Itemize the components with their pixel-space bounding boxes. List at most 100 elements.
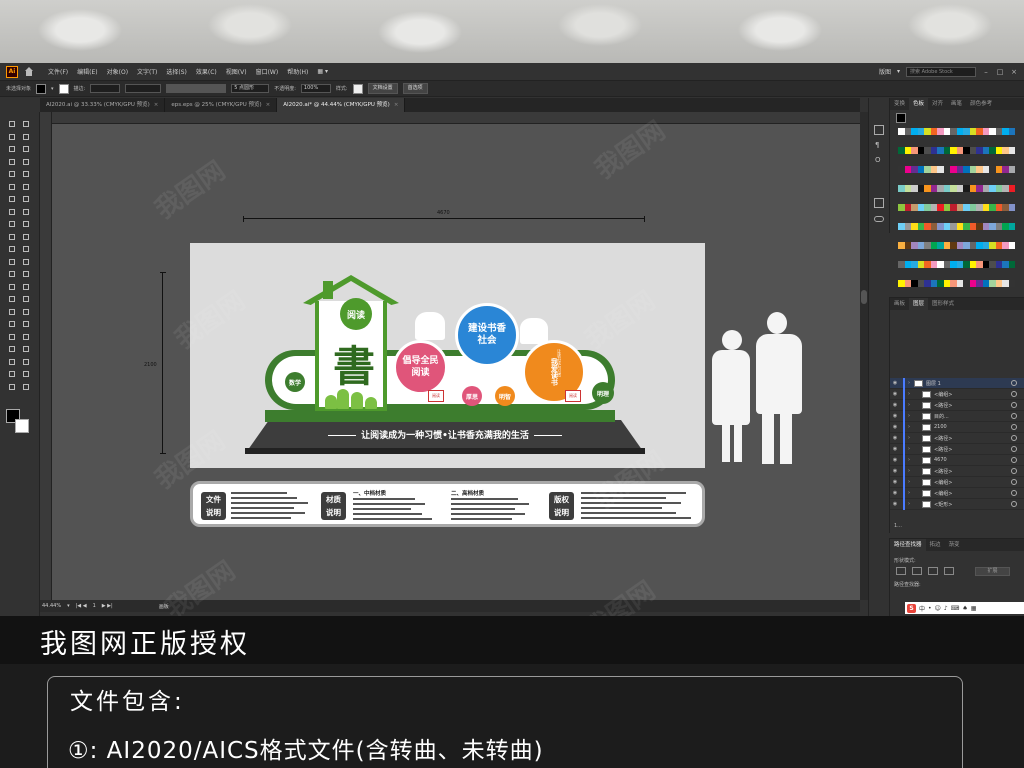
stroke-weight-field[interactable] <box>90 84 121 93</box>
tool-icon[interactable] <box>22 120 32 129</box>
chevron-icon[interactable]: › <box>908 490 922 496</box>
paragraph-icon[interactable]: ¶ <box>875 141 879 149</box>
tab-brushes[interactable]: 画笔 <box>947 98 966 110</box>
tool-icon[interactable] <box>22 145 32 154</box>
tool-icon[interactable] <box>22 283 32 292</box>
target-icon[interactable] <box>1011 424 1017 430</box>
eye-icon[interactable]: ◉ <box>890 479 900 485</box>
scroll-thumb[interactable] <box>861 290 867 304</box>
tool-icon[interactable] <box>8 145 18 154</box>
vertical-scrollbar[interactable] <box>860 112 868 600</box>
tool-icon[interactable] <box>22 295 32 304</box>
tool-icon[interactable] <box>8 120 18 129</box>
tool-icon[interactable] <box>8 283 18 292</box>
tab-graphic-styles[interactable]: 图形样式 <box>928 298 958 310</box>
layer-row[interactable]: ◉ › <编组> <box>890 388 1024 400</box>
ime-keyboard-icon[interactable]: ⌨ <box>951 605 960 612</box>
chevron-icon[interactable]: › <box>908 479 922 485</box>
tab-layers[interactable]: 图层 <box>909 298 929 310</box>
variable-width-field[interactable] <box>125 84 162 93</box>
artboard-nav-icon[interactable]: ▶ ▶| <box>102 603 113 609</box>
color-swatch[interactable] <box>1008 280 1015 287</box>
tab-artboards[interactable]: 画板 <box>890 298 909 310</box>
chevron-icon[interactable]: › <box>908 413 922 419</box>
target-icon[interactable] <box>1011 380 1017 386</box>
tool-icon[interactable] <box>8 195 18 204</box>
target-icon[interactable] <box>1011 501 1017 507</box>
eye-icon[interactable]: ◉ <box>890 501 900 507</box>
tool-icon[interactable] <box>22 208 32 217</box>
tab-color-guide[interactable]: 颜色参考 <box>966 98 996 110</box>
menu-file[interactable]: 文件(F) <box>48 67 68 76</box>
stroke-swatch[interactable] <box>58 83 69 94</box>
color-swatch[interactable] <box>1008 185 1015 192</box>
chevron-icon[interactable]: › <box>908 435 922 441</box>
layer-row[interactable]: ◉ › <编组> <box>890 476 1024 488</box>
tool-icon[interactable] <box>22 220 32 229</box>
profile-field[interactable] <box>166 84 227 93</box>
color-swatch[interactable] <box>1008 242 1015 249</box>
tool-icon[interactable] <box>8 370 18 379</box>
chevron-icon[interactable]: › <box>908 446 922 452</box>
tab-pathfinder[interactable]: 路径查找器 <box>890 539 926 551</box>
ime-tools-icon[interactable]: ▦ <box>971 605 977 612</box>
menu-select[interactable]: 选择(S) <box>166 67 187 76</box>
chevron-down-icon[interactable]: ▾ <box>67 603 70 609</box>
tool-icon[interactable] <box>8 333 18 342</box>
target-icon[interactable] <box>1011 468 1017 474</box>
artboard-number[interactable]: 1 <box>93 603 96 609</box>
menu-window[interactable]: 窗口(W) <box>256 67 279 76</box>
home-icon[interactable] <box>24 66 34 77</box>
tool-icon[interactable] <box>8 233 18 242</box>
target-icon[interactable] <box>1011 435 1017 441</box>
target-icon[interactable] <box>1011 446 1017 452</box>
workspace-grid-icon[interactable]: ▦ ▾ <box>317 68 328 75</box>
ime-logo-icon[interactable]: S <box>907 603 916 613</box>
minus-front-button[interactable] <box>912 567 922 575</box>
preferences-button[interactable]: 首选项 <box>402 83 428 94</box>
unite-button[interactable] <box>896 567 906 575</box>
tab-doc-1[interactable]: AI2020.ai @ 33.33% (CMYK/GPU 预览) × <box>40 98 166 112</box>
layer-row[interactable]: ◉ › 4670 <box>890 454 1024 466</box>
tool-icon[interactable] <box>22 370 32 379</box>
target-icon[interactable] <box>1011 490 1017 496</box>
vertical-ruler[interactable] <box>40 112 52 600</box>
target-icon[interactable] <box>1011 479 1017 485</box>
eye-icon[interactable]: ◉ <box>890 391 900 397</box>
tab-gradient[interactable]: 渐变 <box>945 539 964 551</box>
chevron-icon[interactable]: › <box>908 457 922 463</box>
tool-icon[interactable] <box>8 295 18 304</box>
active-swatch[interactable] <box>896 113 906 123</box>
chevron-icon[interactable]: › <box>908 424 922 430</box>
tool-icon[interactable] <box>22 383 32 392</box>
tool-icon[interactable] <box>8 183 18 192</box>
tool-icon[interactable] <box>22 270 32 279</box>
chevron-icon[interactable]: › <box>908 391 922 397</box>
chevron-icon[interactable]: › <box>908 402 922 408</box>
opacity-field[interactable]: 100% <box>300 84 331 93</box>
intersect-button[interactable] <box>928 567 938 575</box>
eye-icon[interactable]: ◉ <box>890 490 900 496</box>
brush-field[interactable]: 5 点圆形 <box>231 84 270 93</box>
color-swatch[interactable] <box>1008 128 1015 135</box>
ime-mode-icon[interactable]: 中 <box>919 604 925 613</box>
eye-icon[interactable]: ◉ <box>890 424 900 430</box>
fill-swatch[interactable] <box>36 83 47 94</box>
eye-icon[interactable]: ◉ <box>890 457 900 463</box>
tool-icon[interactable] <box>8 358 18 367</box>
tool-icon[interactable] <box>8 270 18 279</box>
tab-align[interactable]: 对齐 <box>928 98 947 110</box>
tab-transform[interactable]: 变换 <box>890 98 909 110</box>
tool-icon[interactable] <box>8 308 18 317</box>
ime-punct-icon[interactable]: • <box>928 605 932 612</box>
ime-skin-icon[interactable]: ♠ <box>962 605 967 612</box>
tool-icon[interactable] <box>8 133 18 142</box>
tool-icon[interactable] <box>8 158 18 167</box>
tool-icon[interactable] <box>22 308 32 317</box>
color-swatch[interactable] <box>1008 204 1015 211</box>
ime-voice-icon[interactable]: ♪ <box>944 605 948 612</box>
artboard-nav-icon[interactable]: |◀ ◀ <box>76 603 87 609</box>
tab-swatches[interactable]: 色板 <box>909 98 929 110</box>
tool-icon[interactable] <box>22 333 32 342</box>
minimize-button[interactable]: – <box>982 68 990 76</box>
